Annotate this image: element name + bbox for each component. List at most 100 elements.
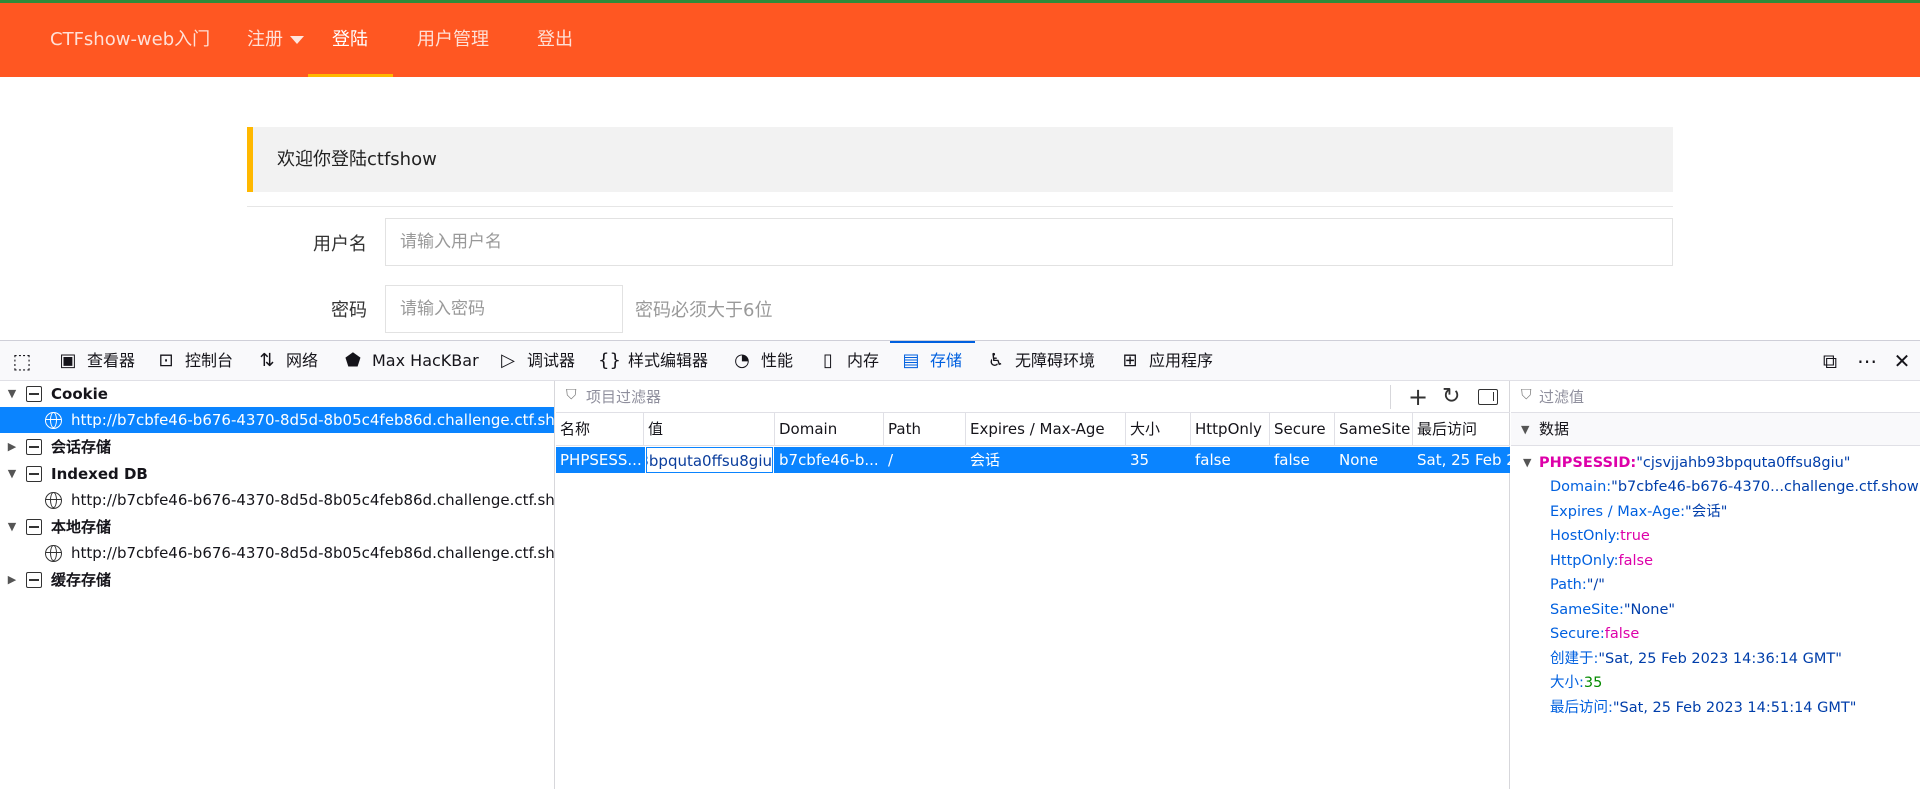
property-value: "b7cbfe46-b676-4370...challenge.ctf.show… bbox=[1611, 479, 1920, 495]
table-header: 名称 值 Domain Path Expires / Max-Age 大小 Ht… bbox=[556, 413, 1510, 446]
sidebar-filter-bar: ⛉ 过滤值 bbox=[1511, 381, 1920, 413]
column-header[interactable]: 大小 bbox=[1126, 413, 1191, 446]
tab-storage[interactable]: ▤ 存储 bbox=[900, 341, 962, 381]
globe-icon bbox=[45, 492, 62, 509]
cell-samesite[interactable]: None bbox=[1335, 447, 1413, 473]
collapsed-icon[interactable]: ▶ bbox=[6, 434, 18, 460]
column-header[interactable]: 值 bbox=[644, 413, 775, 446]
tab-application[interactable]: ⊞ 应用程序 bbox=[1119, 341, 1213, 381]
column-header[interactable]: Domain bbox=[775, 413, 884, 446]
tab-performance[interactable]: ◔ 性能 bbox=[731, 341, 793, 381]
tab-console[interactable]: ⊡ 控制台 bbox=[155, 341, 233, 381]
password-label: 密码 bbox=[331, 300, 367, 321]
property-row[interactable]: SameSite:"None" bbox=[1550, 598, 1675, 622]
sidebar-section-header[interactable]: ▼ 数据 bbox=[1511, 413, 1920, 446]
cell-httponly[interactable]: false bbox=[1191, 447, 1270, 473]
property-row[interactable]: 最后访问:"Sat, 25 Feb 2023 14:51:14 GMT" bbox=[1550, 696, 1856, 720]
console-icon: ⊡ bbox=[158, 350, 174, 371]
tree-item-local-storage-host[interactable]: http://b7cbfe46-b676-4370-8d5d-8b05c4feb… bbox=[0, 540, 554, 566]
storage-type-icon bbox=[26, 519, 42, 535]
nav-login[interactable]: 登陆 bbox=[332, 3, 368, 77]
expanded-icon[interactable]: ▼ bbox=[1523, 451, 1531, 475]
tree-item-indexed-db-host[interactable]: http://b7cbfe46-b676-4370-8d5d-8b05c4feb… bbox=[0, 487, 554, 513]
tab-style-editor[interactable]: {} 样式编辑器 bbox=[598, 341, 708, 381]
tab-hackbar[interactable]: ⬟ Max HacKBar bbox=[342, 341, 478, 381]
cookie-table-panel: ⛉ 项目过滤器 + ↻ 名称 值 Domain Path Expires / M… bbox=[556, 381, 1510, 789]
cell-name[interactable]: PHPSESS... bbox=[556, 447, 644, 473]
tab-debugger[interactable]: ▷ 调试器 bbox=[497, 341, 575, 381]
column-header[interactable]: HttpOnly bbox=[1191, 413, 1270, 446]
cell-last-access[interactable]: Sat, 25 Feb 2 bbox=[1413, 447, 1510, 473]
close-icon[interactable]: ✕ bbox=[1890, 349, 1914, 373]
storage-tree: ▼ Cookie http://b7cbfe46-b676-4370-8d5d-… bbox=[0, 381, 555, 789]
storage-type-icon bbox=[26, 439, 42, 455]
cell-secure[interactable]: false bbox=[1270, 447, 1335, 473]
more-options-icon[interactable]: ⋯ bbox=[1855, 349, 1879, 373]
tab-network[interactable]: ⇅ 网络 bbox=[256, 341, 318, 381]
tree-item-local-storage[interactable]: ▼ 本地存储 bbox=[0, 514, 554, 540]
storage-type-icon bbox=[26, 386, 42, 402]
property-row[interactable]: Secure:false bbox=[1550, 622, 1639, 646]
table-filter-bar: ⛉ 项目过滤器 + ↻ bbox=[556, 381, 1510, 413]
table-row[interactable]: PHPSESS... cjsvjjahb93bpquta0ffsu8giu b7… bbox=[556, 446, 1510, 474]
tree-item-session-storage[interactable]: ▶ 会话存储 bbox=[0, 434, 554, 460]
expanded-icon[interactable]: ▼ bbox=[6, 381, 18, 407]
property-row[interactable]: Path:"/" bbox=[1550, 573, 1605, 597]
property-row[interactable]: Domain:"b7cbfe46-b676-4370...challenge.c… bbox=[1550, 475, 1920, 499]
property-key: Expires / Max-Age bbox=[1550, 503, 1681, 520]
collapsed-icon[interactable]: ▶ bbox=[6, 567, 18, 593]
column-header[interactable]: 名称 bbox=[556, 413, 644, 446]
nav-brand[interactable]: CTFshow-web入门 bbox=[50, 3, 210, 77]
welcome-banner: 欢迎你登陆ctfshow bbox=[247, 127, 1673, 192]
property-value: false bbox=[1604, 626, 1640, 642]
property-row[interactable]: Expires / Max-Age:"会话" bbox=[1550, 500, 1727, 524]
column-header[interactable]: SameSite bbox=[1335, 413, 1413, 446]
toggle-sidebar-icon[interactable] bbox=[1478, 389, 1498, 405]
nav-user-management[interactable]: 用户管理 bbox=[417, 3, 489, 77]
tab-memory[interactable]: ▯ 内存 bbox=[817, 341, 879, 381]
nav-register[interactable]: 注册 bbox=[247, 3, 283, 77]
expanded-icon[interactable]: ▼ bbox=[6, 461, 18, 487]
devtools-panel: ⬚ ▣ 查看器 ⊡ 控制台 ⇅ 网络 ⬟ Max HacKBar ▷ 调试器 {} 样式编辑… bbox=[0, 340, 1920, 789]
nav-logout[interactable]: 登出 bbox=[537, 3, 573, 77]
responsive-mode-icon[interactable]: ⧉ bbox=[1818, 349, 1842, 373]
value-filter-input[interactable]: 过滤值 bbox=[1539, 381, 1584, 413]
expanded-icon[interactable]: ▼ bbox=[6, 514, 18, 540]
network-icon: ⇅ bbox=[259, 350, 275, 371]
cell-expires[interactable]: 会话 bbox=[966, 447, 1126, 473]
column-header[interactable]: Secure bbox=[1270, 413, 1335, 446]
tree-item-indexed-db[interactable]: ▼ Indexed DB bbox=[0, 461, 554, 487]
add-item-icon[interactable]: + bbox=[1408, 384, 1428, 410]
property-root[interactable]: PHPSESSID:"cjsvjjahb93bpquta0ffsu8giu" bbox=[1539, 451, 1850, 475]
property-row[interactable]: HttpOnly:false bbox=[1550, 549, 1653, 573]
tree-item-cache-storage[interactable]: ▶ 缓存存储 bbox=[0, 567, 554, 593]
storage-type-icon bbox=[26, 572, 42, 588]
column-header[interactable]: 最后访问 bbox=[1413, 413, 1510, 446]
cell-size[interactable]: 35 bbox=[1126, 447, 1191, 473]
filter-icon: ⛉ bbox=[1521, 387, 1532, 403]
property-row[interactable]: 创建于:"Sat, 25 Feb 2023 14:36:14 GMT" bbox=[1550, 647, 1842, 671]
tree-item-cookie-host[interactable]: http://b7cbfe46-b676-4370-8d5d-8b05c4feb… bbox=[0, 407, 554, 433]
password-input[interactable]: 请输入密码 bbox=[385, 285, 623, 333]
property-key: 大小 bbox=[1550, 675, 1579, 691]
tab-accessibility[interactable]: ♿ 无障碍环境 bbox=[985, 341, 1095, 381]
property-row[interactable]: HostOnly:true bbox=[1550, 524, 1650, 548]
property-value: true bbox=[1620, 528, 1650, 544]
refresh-icon[interactable]: ↻ bbox=[1442, 384, 1460, 410]
property-value: "None" bbox=[1623, 601, 1676, 618]
item-filter-input[interactable]: 项目过滤器 bbox=[586, 381, 661, 413]
column-header[interactable]: Expires / Max-Age bbox=[966, 413, 1126, 446]
globe-icon bbox=[45, 545, 62, 562]
expanded-icon[interactable]: ▼ bbox=[1521, 413, 1529, 446]
cell-value-editor[interactable]: cjsvjjahb93bpquta0ffsu8giu bbox=[645, 446, 774, 474]
property-row[interactable]: 大小:35 bbox=[1550, 671, 1602, 695]
tab-inspector[interactable]: ▣ 查看器 bbox=[57, 341, 135, 381]
cell-domain[interactable]: b7cbfe46-b... bbox=[775, 447, 884, 473]
column-header[interactable]: Path bbox=[884, 413, 966, 446]
element-picker-icon[interactable]: ⬚ bbox=[10, 349, 34, 373]
tree-item-cookie[interactable]: ▼ Cookie bbox=[0, 381, 554, 407]
property-key: SameSite bbox=[1550, 601, 1619, 618]
username-input[interactable]: 请输入用户名 bbox=[385, 218, 1673, 266]
caret-down-icon[interactable] bbox=[290, 36, 304, 44]
cell-path[interactable]: / bbox=[884, 447, 966, 473]
